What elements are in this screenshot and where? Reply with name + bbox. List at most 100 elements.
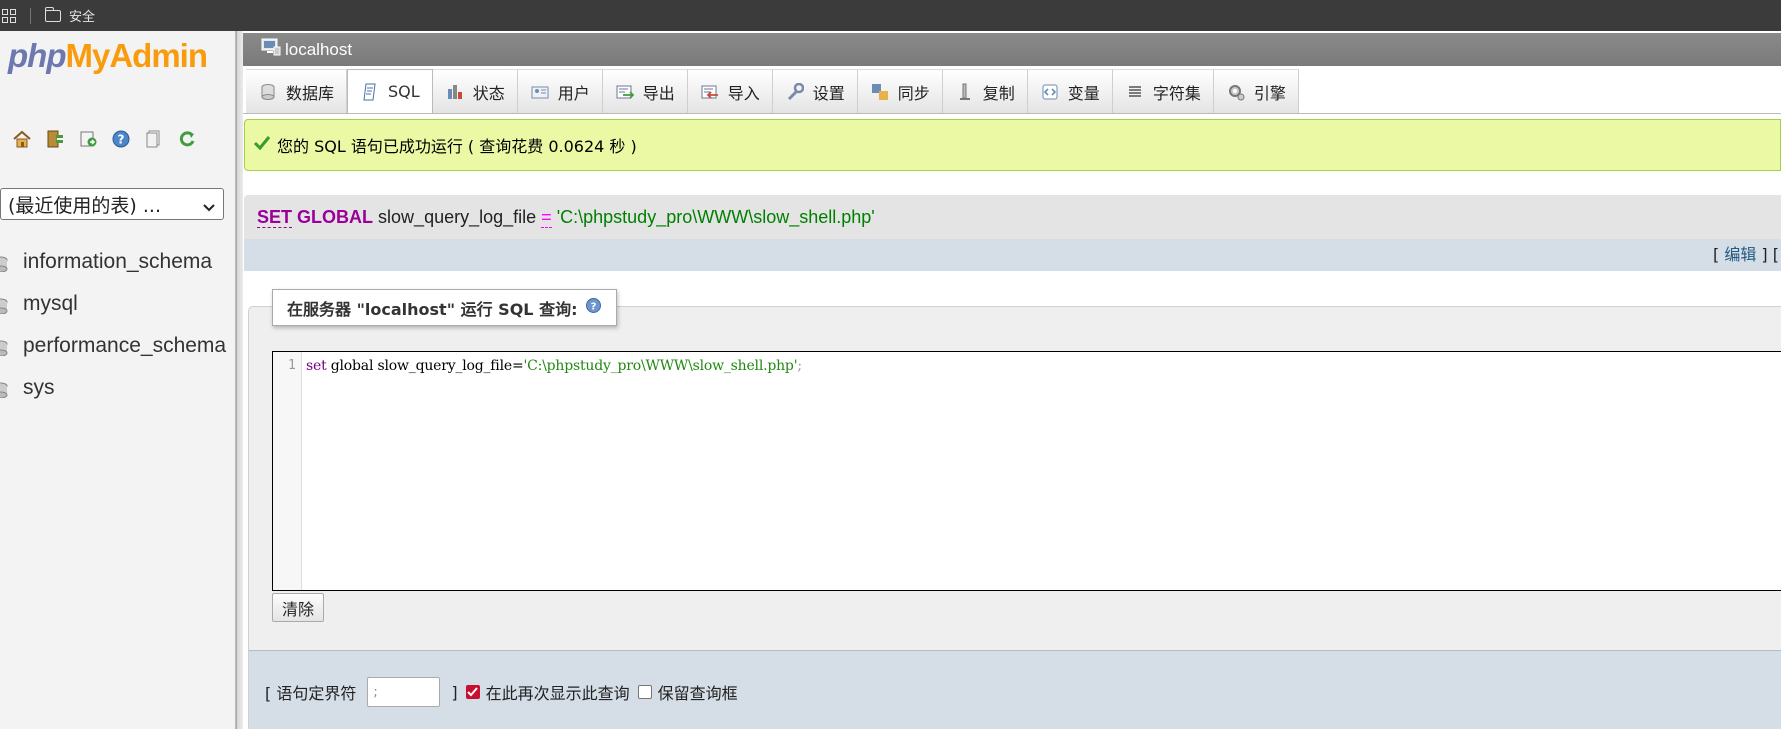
sql-icon [361, 83, 379, 101]
sql-actions-row: [ 编辑 ] [ [244, 239, 1781, 271]
tab-import[interactable]: 导入 [687, 69, 773, 113]
code-terminator: ; [797, 358, 802, 374]
sql-string-value: 'C:\phpstudy_pro\WWW\slow_shell.php' [556, 207, 875, 227]
database-item[interactable]: mysql [0, 283, 226, 325]
variables-icon [1041, 83, 1059, 101]
recent-tables-value: (最近使用的表) ... [8, 194, 161, 217]
logo-my-text: My [65, 37, 110, 74]
security-label[interactable]: 安全 [69, 6, 95, 25]
database-icon [0, 338, 8, 357]
sync-icon [871, 83, 889, 101]
logo-admin-text: Admin [109, 37, 208, 74]
clear-button[interactable]: 清除 [272, 593, 325, 622]
tab-label: 数据库 [286, 83, 335, 103]
main-content: localhost 数据库 SQL 状态 用户 导出 导入 设置 同步 复制 变… [243, 31, 1781, 729]
code-keyword: global [330, 358, 374, 374]
database-name[interactable]: sys [23, 376, 55, 400]
query-options-footer: [ 语句定界符 ; ] 在此再次显示此查询 保留查询框 [249, 650, 1781, 729]
logout-icon[interactable] [44, 128, 66, 150]
bracket-close: ] [ [1761, 245, 1779, 264]
sql-variable: slow_query_log_file [378, 207, 537, 227]
executed-sql: SET GLOBAL slow_query_log_file = 'C:\php… [257, 207, 875, 228]
svg-text:?: ? [591, 302, 597, 313]
database-name[interactable]: information_schema [23, 250, 212, 274]
sql-keyword-set[interactable]: SET [257, 207, 293, 228]
server-icon [261, 38, 281, 61]
server-link[interactable]: localhost [285, 40, 352, 60]
tab-status[interactable]: 状态 [432, 69, 518, 113]
database-item[interactable]: information_schema [0, 241, 226, 283]
tab-export[interactable]: 导出 [602, 69, 688, 113]
tab-label: 用户 [557, 83, 590, 103]
retain-query-box-checkbox[interactable] [637, 685, 652, 699]
status-icon [446, 83, 464, 101]
settings-icon [786, 82, 804, 101]
code-keyword: set [306, 358, 327, 374]
tab-databases[interactable]: 数据库 [246, 69, 348, 113]
recent-tables-select[interactable]: (最近使用的表) ... [0, 188, 224, 220]
phpmyadmin-logo[interactable]: phpMyAdmin [8, 37, 208, 75]
export-icon [616, 83, 634, 101]
tab-label: 引擎 [1253, 83, 1286, 103]
chevron-down-icon [202, 197, 216, 219]
query-box-title: 在服务器 "localhost" 运行 SQL 查询: [287, 299, 578, 319]
svg-text:?: ? [118, 133, 125, 147]
database-name[interactable]: mysql [23, 292, 78, 316]
toolbar-separator [30, 7, 31, 24]
nav-resize-handle[interactable] [236, 31, 243, 729]
show-query-label[interactable]: 在此再次显示此查询 [486, 680, 630, 704]
tab-settings[interactable]: 设置 [772, 69, 858, 113]
tab-label: 同步 [897, 83, 930, 103]
sql-editor[interactable]: 1 set global slow_query_log_file='C:\php… [272, 351, 1781, 591]
tab-charset[interactable]: 字符集 [1112, 69, 1214, 113]
replication-icon [956, 83, 974, 101]
docs-icon[interactable] [143, 128, 165, 150]
browser-toolbar: 安全 [0, 0, 1781, 31]
executed-sql-box: SET GLOBAL slow_query_log_file = 'C:\php… [244, 195, 1781, 271]
success-text: 您的 SQL 语句已成功运行 ( 查询花费 0.0624 秒 ) [277, 137, 637, 156]
editor-line[interactable]: set global slow_query_log_file='C:\phpst… [306, 358, 802, 374]
tab-engines[interactable]: 引擎 [1213, 69, 1299, 113]
help-icon[interactable]: ? [110, 128, 132, 150]
code-string: 'C:\phpstudy_pro\WWW\slow_shell.php' [523, 358, 798, 374]
top-menu-tabs: 数据库 SQL 状态 用户 导出 导入 设置 同步 复制 变量 字符集 引擎 [246, 69, 1299, 113]
database-item[interactable]: sys [0, 367, 226, 409]
retain-query-box-label[interactable]: 保留查询框 [658, 680, 738, 704]
delimiter-input[interactable]: ; [367, 677, 441, 707]
engine-icon [1227, 83, 1245, 101]
database-icon [0, 296, 8, 315]
tab-label: 变量 [1067, 83, 1100, 103]
tab-label: SQL [388, 82, 420, 101]
line-number: 1 [288, 358, 296, 373]
tab-sql[interactable]: SQL [347, 69, 433, 113]
database-list: information_schema mysql performance_sch… [0, 241, 226, 409]
apps-grid-icon[interactable] [2, 8, 16, 23]
logo-php-text: php [8, 37, 66, 74]
query-window-icon[interactable] [77, 128, 99, 150]
edit-link[interactable]: 编辑 [1724, 245, 1756, 264]
database-icon [0, 380, 8, 399]
server-breadcrumb: localhost [243, 33, 1781, 66]
users-icon [531, 83, 549, 101]
sql-keyword-global: GLOBAL [297, 207, 374, 227]
query-box-legend: 在服务器 "localhost" 运行 SQL 查询: ? [272, 289, 618, 326]
import-icon [701, 83, 719, 101]
success-message: 您的 SQL 语句已成功运行 ( 查询花费 0.0624 秒 ) [244, 119, 1781, 171]
tab-label: 字符集 [1152, 83, 1201, 103]
tabs-divider [243, 113, 1781, 114]
tab-replication[interactable]: 复制 [942, 69, 1028, 113]
navigation-panel: phpMyAdmin ? (最近使用的表) ... information_sc… [0, 31, 236, 729]
delimiter-bracket: ] [451, 682, 458, 702]
home-icon[interactable] [11, 128, 33, 150]
help-icon[interactable]: ? [585, 297, 602, 318]
tab-sync[interactable]: 同步 [857, 69, 943, 113]
tab-label: 设置 [812, 83, 845, 103]
show-query-checkbox[interactable] [465, 685, 480, 699]
tab-label: 复制 [982, 83, 1015, 103]
database-name[interactable]: performance_schema [23, 334, 226, 358]
tab-users[interactable]: 用户 [517, 69, 603, 113]
reload-icon[interactable] [176, 128, 198, 150]
tab-variables[interactable]: 变量 [1027, 69, 1113, 113]
database-item[interactable]: performance_schema [0, 325, 226, 367]
sql-operator[interactable]: = [541, 207, 552, 228]
